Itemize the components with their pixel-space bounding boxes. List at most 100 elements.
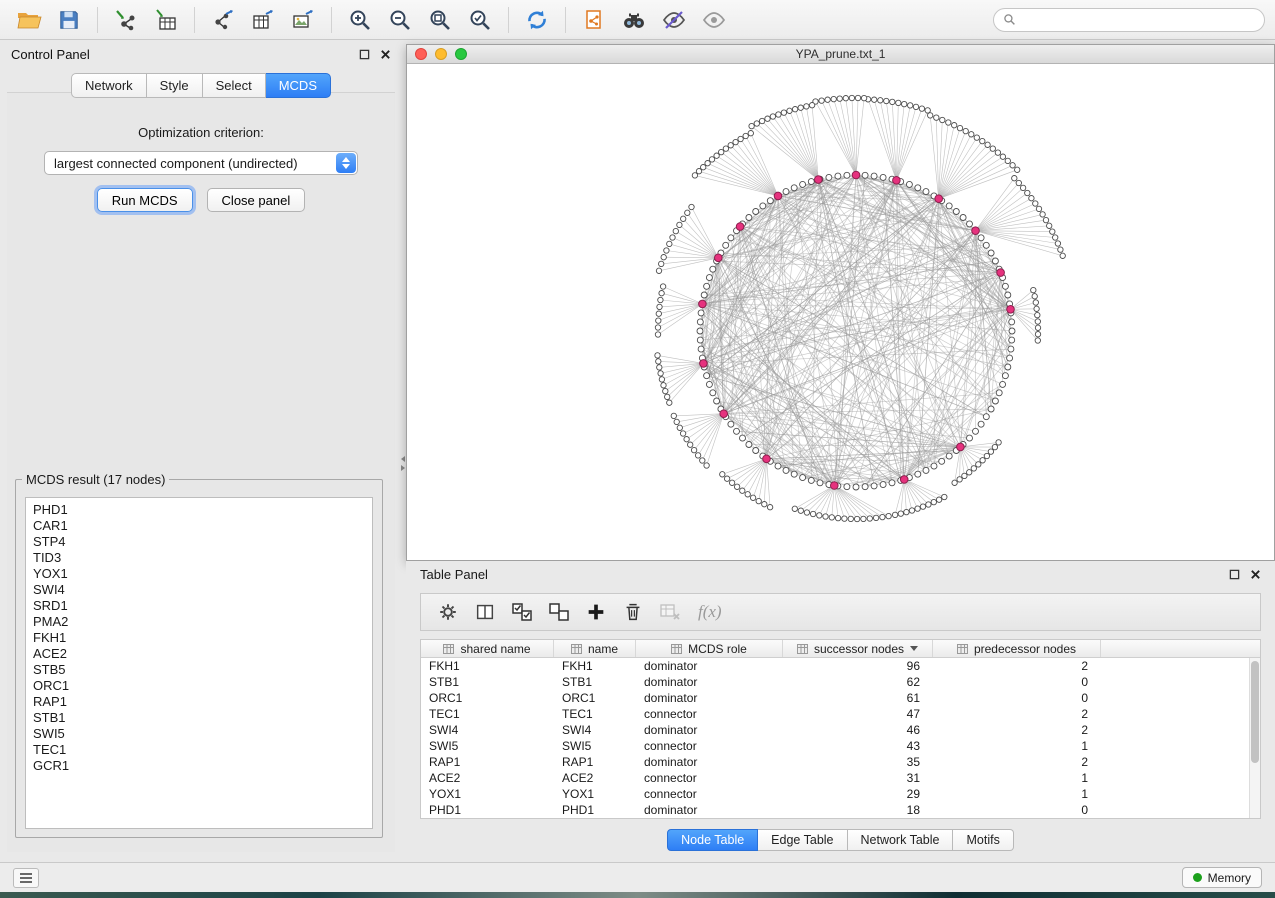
table-cell: SWI4 xyxy=(421,722,554,738)
mcds-result-item[interactable]: PMA2 xyxy=(33,614,365,630)
deselect-all-button[interactable] xyxy=(544,597,574,627)
mcds-result-item[interactable]: STB5 xyxy=(33,662,365,678)
optimization-criterion-label: Optimization criterion: xyxy=(7,125,395,140)
import-table-button[interactable] xyxy=(147,4,185,36)
task-history-button[interactable] xyxy=(13,868,39,888)
network-canvas[interactable] xyxy=(407,64,1274,560)
hide-selected-button[interactable] xyxy=(655,4,693,36)
float-window-icon[interactable] xyxy=(359,49,370,60)
table-panel-header: Table Panel xyxy=(406,561,1275,587)
table-row[interactable]: ACE2ACE2connector311 xyxy=(421,770,1260,786)
table-cell: 1 xyxy=(933,738,1101,754)
add-column-button[interactable] xyxy=(581,597,611,627)
table-settings-button[interactable] xyxy=(433,597,463,627)
column-header-filler xyxy=(1101,640,1260,657)
import-network-button[interactable] xyxy=(107,4,145,36)
mcds-result-item[interactable]: STB1 xyxy=(33,710,365,726)
zoom-out-button[interactable] xyxy=(381,4,419,36)
export-table-button[interactable] xyxy=(244,4,282,36)
table-row[interactable]: RAP1RAP1dominator352 xyxy=(421,754,1260,770)
tab-style[interactable]: Style xyxy=(147,73,203,98)
table-row[interactable]: FKH1FKH1dominator962 xyxy=(421,658,1260,674)
tab-network-table[interactable]: Network Table xyxy=(848,829,954,851)
mcds-result-item[interactable]: ACE2 xyxy=(33,646,365,662)
export-network-button[interactable] xyxy=(204,4,242,36)
zoom-in-button[interactable] xyxy=(341,4,379,36)
mcds-result-item[interactable]: SRD1 xyxy=(33,598,365,614)
scrollbar-thumb[interactable] xyxy=(1251,661,1259,763)
mcds-result-item[interactable]: FKH1 xyxy=(33,630,365,646)
mcds-result-item[interactable]: SWI5 xyxy=(33,726,365,742)
show-columns-button[interactable] xyxy=(470,597,500,627)
tab-network[interactable]: Network xyxy=(71,73,147,98)
table-tabs: Node TableEdge TableNetwork TableMotifs xyxy=(406,829,1275,851)
table-cell xyxy=(1101,802,1260,818)
mcds-result-item[interactable]: PHD1 xyxy=(33,502,365,518)
memory-button[interactable]: Memory xyxy=(1182,867,1262,888)
search-box xyxy=(993,8,1265,32)
tab-node-table[interactable]: Node Table xyxy=(667,829,758,851)
select-all-icon xyxy=(510,600,534,624)
table-row[interactable]: SWI5SWI5connector431 xyxy=(421,738,1260,754)
close-icon[interactable] xyxy=(1250,569,1261,580)
delete-button[interactable] xyxy=(618,597,648,627)
save-button[interactable] xyxy=(50,4,88,36)
mcds-result-list: PHD1CAR1STP4TID3YOX1SWI4SRD1PMA2FKH1ACE2… xyxy=(25,497,373,829)
table-cell: connector xyxy=(636,786,783,802)
mcds-result-item[interactable]: ORC1 xyxy=(33,678,365,694)
tab-select[interactable]: Select xyxy=(203,73,266,98)
table-cell: PHD1 xyxy=(554,802,636,818)
mcds-result-item[interactable]: TID3 xyxy=(33,550,365,566)
table-row[interactable]: TEC1TEC1connector472 xyxy=(421,706,1260,722)
table-cell: 2 xyxy=(933,706,1101,722)
control-panel-tabs: NetworkStyleSelectMCDS xyxy=(0,73,402,98)
run-mcds-button[interactable]: Run MCDS xyxy=(97,188,193,212)
mcds-result-item[interactable]: CAR1 xyxy=(33,518,365,534)
search-network-button[interactable] xyxy=(615,4,653,36)
column-header-name[interactable]: name xyxy=(554,640,636,657)
delete-table-button[interactable] xyxy=(655,597,685,627)
table-cell: FKH1 xyxy=(421,658,554,674)
search-input[interactable] xyxy=(1022,13,1255,27)
network-graph xyxy=(407,64,1274,560)
select-all-button[interactable] xyxy=(507,597,537,627)
table-scrollbar[interactable] xyxy=(1249,658,1260,818)
table-row[interactable]: SWI4SWI4dominator462 xyxy=(421,722,1260,738)
mcds-result-item[interactable]: GCR1 xyxy=(33,758,365,774)
refresh-button[interactable] xyxy=(518,4,556,36)
column-header-shared-name[interactable]: shared name xyxy=(421,640,554,657)
column-header-predecessor-nodes[interactable]: predecessor nodes xyxy=(933,640,1101,657)
close-window-icon[interactable] xyxy=(415,48,427,60)
mcds-result-item[interactable]: SWI4 xyxy=(33,582,365,598)
column-header-MCDS-role[interactable]: MCDS role xyxy=(636,640,783,657)
show-all-button[interactable] xyxy=(695,4,733,36)
clone-network-button[interactable] xyxy=(575,4,613,36)
table-cell: 1 xyxy=(933,786,1101,802)
float-window-icon[interactable] xyxy=(1229,569,1240,580)
maximize-window-icon[interactable] xyxy=(455,48,467,60)
mcds-result-item[interactable]: RAP1 xyxy=(33,694,365,710)
close-icon[interactable] xyxy=(380,49,391,60)
tab-motifs[interactable]: Motifs xyxy=(953,829,1013,851)
criterion-dropdown[interactable]: largest connected component (undirected) xyxy=(44,151,358,175)
network-window-titlebar[interactable]: YPA_prune.txt_1 xyxy=(407,45,1274,64)
mcds-result-item[interactable]: STP4 xyxy=(33,534,365,550)
sort-descending-icon xyxy=(910,646,918,651)
mcds-result-item[interactable]: YOX1 xyxy=(33,566,365,582)
close-panel-button[interactable]: Close panel xyxy=(207,188,306,212)
export-image-button[interactable] xyxy=(284,4,322,36)
table-row[interactable]: PHD1PHD1dominator180 xyxy=(421,802,1260,818)
minimize-window-icon[interactable] xyxy=(435,48,447,60)
table-cell: SWI5 xyxy=(554,738,636,754)
table-row[interactable]: ORC1ORC1dominator610 xyxy=(421,690,1260,706)
table-cell xyxy=(1101,722,1260,738)
table-row[interactable]: YOX1YOX1connector291 xyxy=(421,786,1260,802)
tab-edge-table[interactable]: Edge Table xyxy=(758,829,847,851)
zoom-fit-button[interactable] xyxy=(421,4,459,36)
column-header-successor-nodes[interactable]: successor nodes xyxy=(783,640,933,657)
table-row[interactable]: STB1STB1dominator620 xyxy=(421,674,1260,690)
zoom-selected-button[interactable] xyxy=(461,4,499,36)
open-file-button[interactable] xyxy=(10,4,48,36)
mcds-result-item[interactable]: TEC1 xyxy=(33,742,365,758)
tab-mcds[interactable]: MCDS xyxy=(266,73,331,98)
